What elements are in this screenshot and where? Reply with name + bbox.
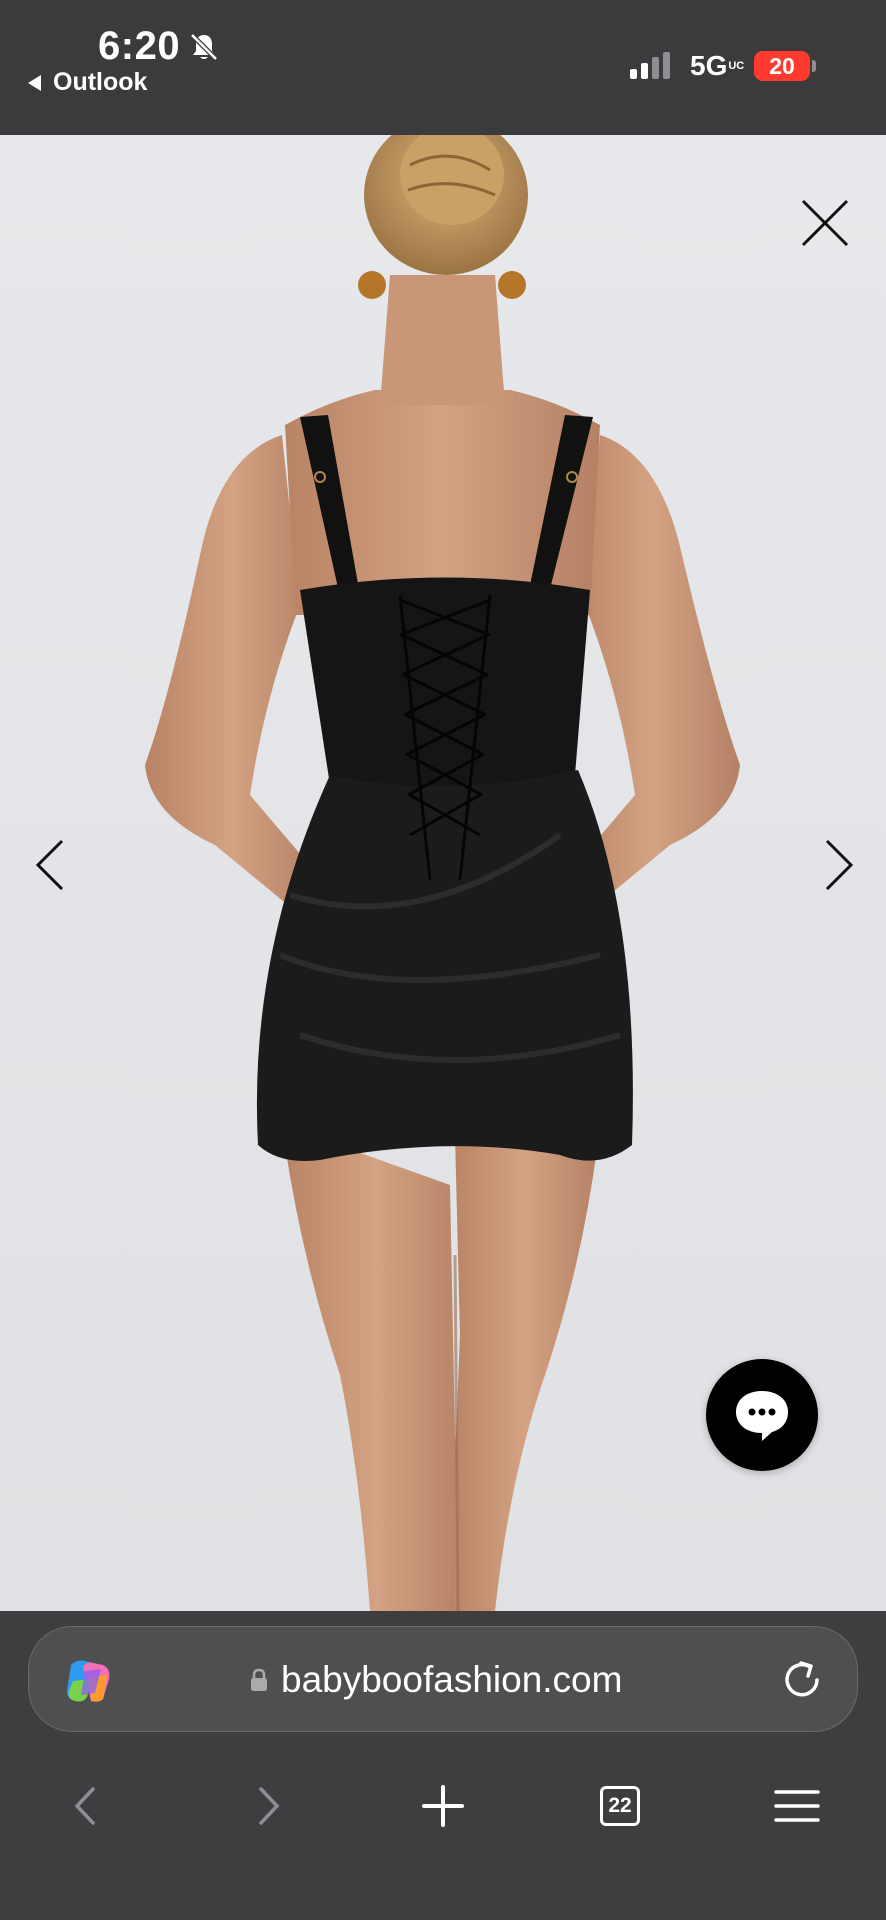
forward-button[interactable]	[222, 1761, 312, 1851]
battery-indicator: 20	[754, 51, 810, 81]
network-superscript: UC	[728, 60, 745, 72]
tabs-count: 22	[600, 1786, 640, 1826]
menu-button[interactable]	[752, 1761, 842, 1851]
clock-group: 6:20	[98, 24, 220, 69]
plus-icon	[422, 1785, 464, 1827]
bell-slash-icon	[190, 32, 218, 61]
clock: 6:20	[98, 24, 181, 68]
battery-cap	[812, 60, 816, 72]
lock-icon	[251, 1668, 267, 1691]
hamburger-menu-icon	[774, 1790, 820, 1822]
reload-icon[interactable]	[777, 1655, 827, 1705]
url-text: babyboofashion.com	[281, 1659, 623, 1700]
status-bar: 6:20 Outlook 5G UC 20	[0, 0, 886, 135]
chevron-right-icon	[259, 1787, 280, 1825]
address-bar[interactable]: babyboofashion.com	[28, 1626, 858, 1732]
product-image-viewer	[0, 135, 886, 1611]
battery-level: 20	[769, 52, 795, 79]
back-app-label: Outlook	[53, 68, 148, 96]
network-type: 5G UC	[690, 50, 745, 82]
back-to-app-link[interactable]: Outlook	[28, 68, 147, 97]
chat-bubble-icon	[736, 1391, 788, 1441]
copilot-icon[interactable]	[63, 1657, 115, 1705]
back-button[interactable]	[42, 1761, 132, 1851]
cellular-signal-icon	[630, 52, 670, 79]
back-triangle-icon	[28, 74, 41, 91]
url-display[interactable]: babyboofashion.com	[249, 1627, 622, 1733]
close-icon[interactable]	[795, 193, 855, 253]
browser-toolbar: babyboofashion.com 22	[0, 1611, 886, 1920]
new-tab-button[interactable]	[398, 1761, 488, 1851]
browser-nav-row: 22	[0, 1761, 886, 1851]
tabs-button[interactable]: 22	[575, 1761, 665, 1851]
chevron-left-icon	[74, 1787, 95, 1825]
chevron-left-icon[interactable]	[30, 835, 74, 895]
network-label: 5G	[690, 50, 728, 81]
chat-button[interactable]	[706, 1359, 818, 1471]
chevron-right-icon[interactable]	[815, 835, 859, 895]
